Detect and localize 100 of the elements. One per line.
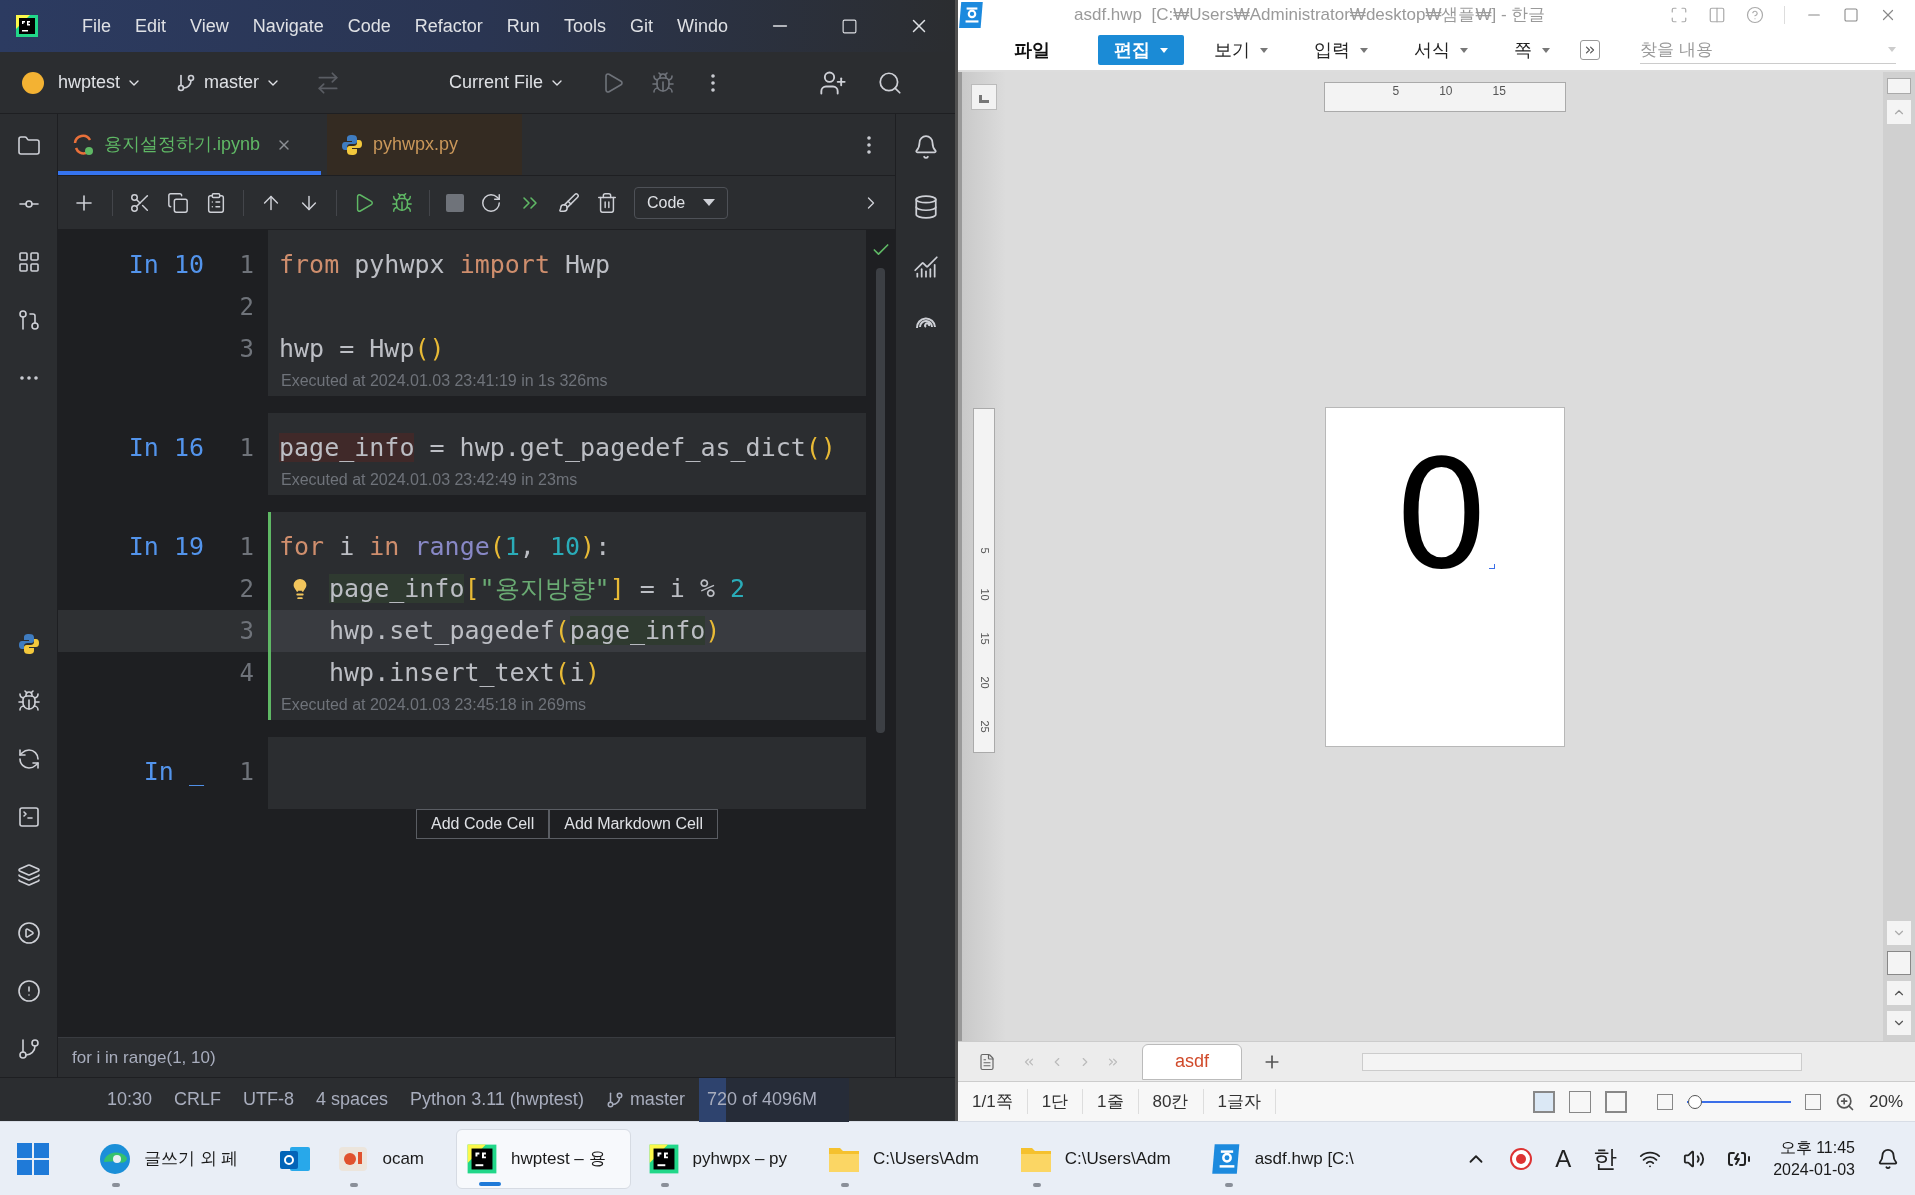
line-number: 1: [238, 757, 254, 788]
branch-icon: [176, 72, 197, 93]
terminal-icon[interactable]: [16, 805, 41, 829]
structure-icon[interactable]: [16, 250, 41, 274]
menu-item[interactable]: Navigate: [252, 12, 324, 40]
refresh-icon[interactable]: [16, 747, 41, 771]
menu-item[interactable]: File: [82, 12, 111, 40]
file-tab[interactable]: 용지설정하기.ipynb: [58, 114, 321, 175]
status-item[interactable]: 4 spaces: [316, 1086, 389, 1113]
cell-prompt: In 16: [128, 432, 204, 465]
taskbar-item[interactable]: pyhwpx – py: [638, 1128, 812, 1189]
taskbar-item[interactable]: 글쓰기 외 페: [90, 1128, 263, 1189]
add-cell-button[interactable]: Add Markdown Cell: [549, 809, 718, 839]
status-item[interactable]: UTF-8: [243, 1086, 295, 1113]
zoom-level: 20%: [1868, 1090, 1903, 1113]
notifications-icon[interactable]: [1877, 1147, 1899, 1170]
restart-icon[interactable]: [480, 191, 502, 214]
git-icon[interactable]: [16, 1037, 41, 1061]
layers-icon[interactable]: [16, 863, 41, 887]
clock-date[interactable]: 2024-01-03: [1773, 1158, 1855, 1181]
record-icon[interactable]: [1509, 1146, 1534, 1171]
pull-request-icon[interactable]: [16, 308, 41, 332]
status-item: 80칸: [1138, 1088, 1204, 1115]
paste-icon[interactable]: [205, 191, 227, 214]
edge-icon: [98, 1141, 132, 1176]
services-icon[interactable]: [16, 921, 41, 945]
delete-icon[interactable]: [596, 191, 618, 214]
zoom-slider-thumb[interactable]: [1688, 1094, 1703, 1109]
taskbar-item[interactable]: C:\Users\Adm: [819, 1128, 1003, 1189]
copy-icon[interactable]: [167, 191, 189, 214]
menu-item[interactable]: Run: [506, 12, 540, 40]
clock-time[interactable]: 오후 11:45: [1779, 1136, 1855, 1159]
page-down-button[interactable]: [1887, 1011, 1911, 1035]
scissors-icon[interactable]: [129, 191, 151, 214]
menu-item[interactable]: Tools: [563, 12, 606, 40]
page-icon[interactable]: [978, 1052, 996, 1071]
menu-item[interactable]: Edit: [135, 12, 167, 40]
stop-icon[interactable]: [446, 193, 464, 212]
database-icon[interactable]: [912, 194, 939, 220]
full-view-button[interactable]: [1604, 1090, 1627, 1113]
menu-item[interactable]: Windo: [676, 12, 728, 40]
notifications-icon[interactable]: [912, 134, 939, 160]
document-tab[interactable]: asdf: [1142, 1043, 1242, 1080]
brush-icon[interactable]: [558, 191, 580, 214]
page-view-button[interactable]: [1887, 951, 1911, 975]
width-view-button[interactable]: [1568, 1090, 1591, 1113]
taskbar-item[interactable]: C:\Users\Adm: [1010, 1128, 1195, 1189]
add-cell-button[interactable]: Add Code Cell: [416, 809, 550, 839]
menu-item[interactable]: Code: [347, 12, 391, 40]
page-view-button[interactable]: [1532, 1090, 1555, 1113]
status-item[interactable]: 10:30: [107, 1086, 153, 1113]
input-indicator[interactable]: 한: [1593, 1140, 1618, 1177]
zoom-out-button[interactable]: [1656, 1093, 1673, 1110]
page-up-button[interactable]: [1887, 981, 1911, 1005]
file-tab[interactable]: pyhwpx.py: [327, 114, 522, 175]
taskbar-item[interactable]: hwptest – 용: [456, 1128, 631, 1189]
memory-usage[interactable]: 720 of 4096M: [706, 1086, 817, 1113]
search-field[interactable]: 찾을 내용: [1640, 36, 1880, 63]
menu-item[interactable]: View: [190, 12, 229, 40]
code-line: hwp = Hwp(): [279, 333, 445, 366]
branch-selector[interactable]: master: [204, 69, 282, 96]
cell-type-dropdown[interactable]: Code: [634, 186, 728, 219]
ruler-number: 20: [978, 676, 990, 689]
problems-icon[interactable]: [16, 979, 41, 1003]
line-number: 1: [238, 532, 254, 563]
folder-icon[interactable]: [16, 134, 41, 158]
ruler-number: 15: [978, 632, 990, 645]
status-branch[interactable]: master: [629, 1086, 685, 1113]
menu-item[interactable]: Refactor: [414, 12, 483, 40]
debug-cell-icon[interactable]: [391, 191, 413, 214]
zoom-in-button[interactable]: [1804, 1093, 1821, 1110]
search-icon[interactable]: [877, 69, 904, 96]
chart-icon[interactable]: [912, 254, 939, 280]
ruler-number: 5: [978, 547, 990, 554]
code-line: hwp.set_pagedef(page_info): [329, 615, 721, 648]
menu-tab[interactable]: 파일: [998, 35, 1066, 65]
taskbar-item[interactable]: asdf.hwp [C:\: [1202, 1128, 1378, 1189]
menu-tab[interactable]: 쪽: [1498, 35, 1566, 65]
status-item[interactable]: Python 3.11 (hwptest): [410, 1086, 584, 1113]
ruler-number: 10: [1439, 85, 1453, 97]
execution-info: Executed at 2024.01.03 23:42:49 in 23ms: [281, 470, 579, 490]
zoom-icon[interactable]: [1834, 1091, 1855, 1112]
debug-icon[interactable]: [16, 689, 41, 713]
menu-tab[interactable]: 보기: [1198, 35, 1284, 65]
app-logo: [14, 13, 40, 39]
corner-button[interactable]: [971, 84, 997, 110]
menu-item[interactable]: Git: [629, 12, 653, 40]
maximize-icon[interactable]: [841, 17, 858, 35]
code-line: from pyhwpx import Hwp: [279, 249, 611, 282]
more-menus-button[interactable]: [1580, 40, 1600, 60]
menu-tab[interactable]: 서식: [1398, 35, 1484, 65]
menu-tab[interactable]: 편집: [1098, 35, 1184, 65]
menu-tab[interactable]: 입력: [1298, 35, 1384, 65]
status-item[interactable]: CRLF: [174, 1086, 222, 1113]
taskbar-item[interactable]: ocam: [328, 1128, 449, 1189]
input-indicator[interactable]: A: [1555, 1140, 1572, 1177]
project-selector[interactable]: hwptest: [58, 69, 143, 96]
start-icon[interactable]: [16, 1141, 50, 1176]
caret-icon: [1360, 47, 1368, 53]
run-config-selector[interactable]: Current File: [449, 69, 566, 96]
